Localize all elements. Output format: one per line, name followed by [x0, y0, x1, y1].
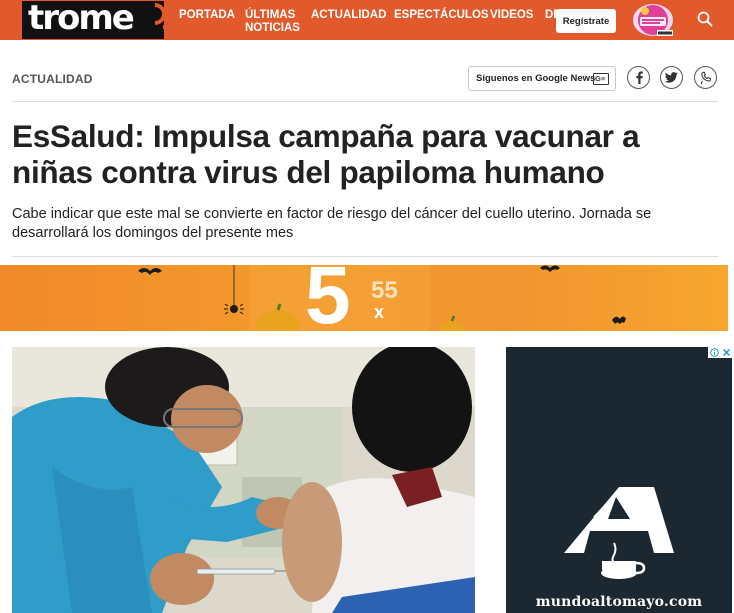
banner-ad[interactable]: 5 55 x [0, 265, 728, 331]
section-label[interactable]: ACTUALIDAD [12, 72, 93, 86]
banner-small-digit: 55 [371, 277, 398, 304]
facebook-icon [635, 71, 643, 84]
nav-item-actualidad[interactable]: ACTUALIDAD [311, 9, 386, 22]
banner-big-digit: 5 [305, 265, 351, 331]
article-summary: Cabe indicar que este mal se convierte e… [12, 206, 652, 241]
nav-item-espectaculos[interactable]: ESPECTÁCULOS [394, 9, 489, 22]
vaccination-photo-icon [12, 347, 475, 613]
article-title: EsSalud: Impulsa campaña para vacunar a … [12, 118, 640, 190]
header-divider [12, 101, 718, 102]
nav-item-ultimas-noticias[interactable]: ÚLTIMAS NOTICIAS [245, 9, 300, 35]
ad-domain-text: mundoaltomayo.com [535, 594, 703, 610]
mundoaltomayo-logo-icon [564, 487, 674, 579]
twitter-icon [665, 72, 678, 83]
nav-item-portada[interactable]: PORTADA [179, 9, 235, 22]
google-news-label: Síguenos en Google News [476, 73, 596, 84]
whatsapp-share-button[interactable] [694, 66, 717, 89]
info-icon [709, 348, 719, 357]
top-navigation-bar: trome PORTADA ÚLTIMAS NOTICIAS ACTUALIDA… [0, 0, 734, 40]
google-news-icon: G≡ [593, 73, 609, 85]
facebook-share-button[interactable] [627, 66, 650, 89]
trome-logo[interactable]: trome [22, 1, 164, 39]
promo-badge-icon[interactable] [631, 2, 677, 38]
search-icon[interactable] [696, 10, 714, 28]
close-icon [722, 349, 730, 356]
article-photo[interactable] [12, 347, 475, 613]
side-ad[interactable]: mundoaltomayo.com [506, 347, 732, 613]
logo-text: trome [28, 1, 135, 38]
nav-item-videos[interactable]: VIDEOS [490, 9, 533, 22]
adchoices-button[interactable] [708, 347, 732, 358]
register-button[interactable]: Regístrate [556, 9, 616, 33]
logo-arc-icon [138, 1, 164, 37]
summary-divider [12, 256, 718, 257]
banner-small-letter: x [374, 302, 385, 322]
twitter-share-button[interactable] [660, 66, 683, 89]
google-news-follow-button[interactable]: Síguenos en Google News G≡ [468, 66, 616, 91]
whatsapp-icon [700, 71, 711, 84]
